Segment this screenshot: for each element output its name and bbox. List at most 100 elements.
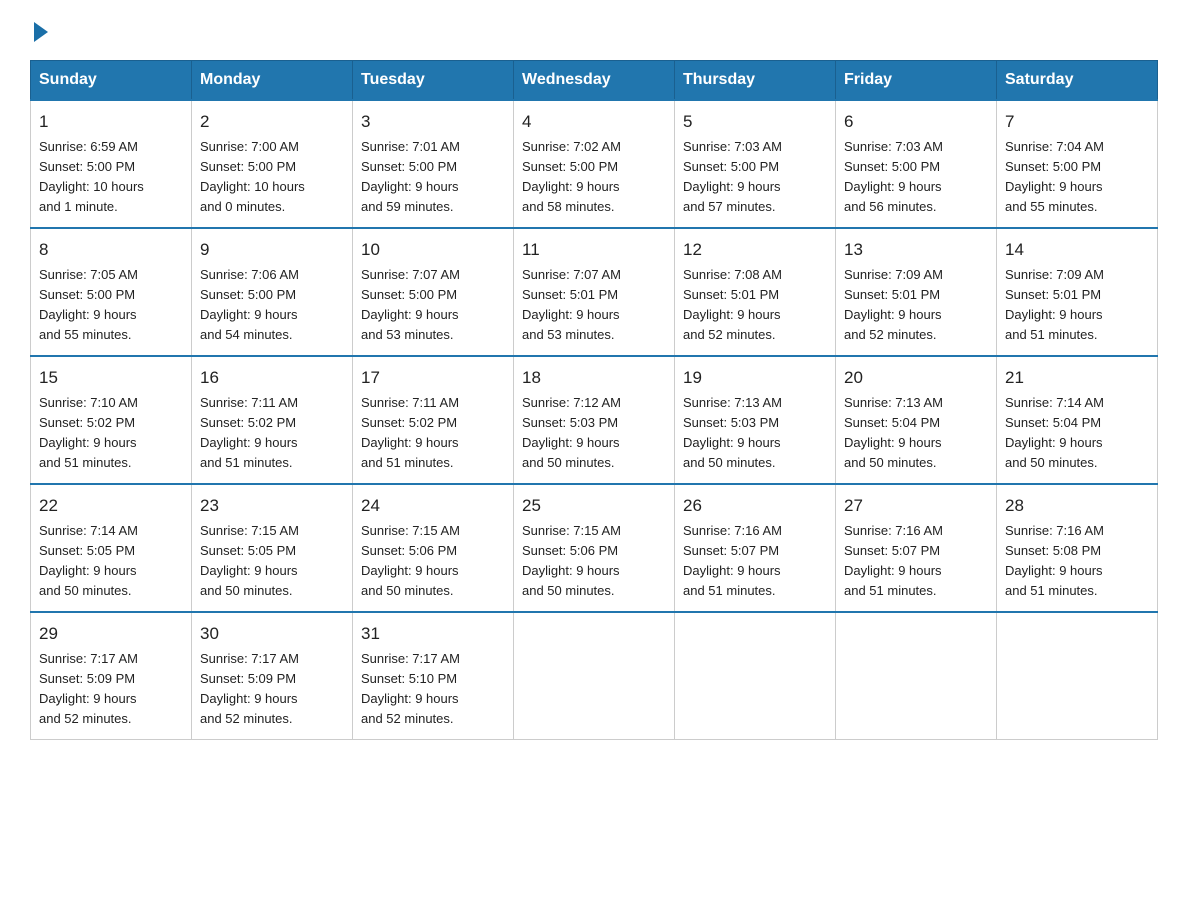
day-info: Sunrise: 7:09 AMSunset: 5:01 PMDaylight:… (844, 265, 988, 346)
header-cell-wednesday: Wednesday (514, 61, 675, 101)
day-cell: 22Sunrise: 7:14 AMSunset: 5:05 PMDayligh… (31, 484, 192, 612)
day-number: 11 (522, 237, 666, 263)
day-cell: 5Sunrise: 7:03 AMSunset: 5:00 PMDaylight… (675, 100, 836, 228)
header-cell-sunday: Sunday (31, 61, 192, 101)
day-cell: 10Sunrise: 7:07 AMSunset: 5:00 PMDayligh… (353, 228, 514, 356)
day-cell: 7Sunrise: 7:04 AMSunset: 5:00 PMDaylight… (997, 100, 1158, 228)
day-info: Sunrise: 7:16 AMSunset: 5:07 PMDaylight:… (844, 521, 988, 602)
day-info: Sunrise: 7:15 AMSunset: 5:06 PMDaylight:… (522, 521, 666, 602)
day-info: Sunrise: 7:16 AMSunset: 5:08 PMDaylight:… (1005, 521, 1149, 602)
day-cell: 11Sunrise: 7:07 AMSunset: 5:01 PMDayligh… (514, 228, 675, 356)
day-cell: 1Sunrise: 6:59 AMSunset: 5:00 PMDaylight… (31, 100, 192, 228)
day-info: Sunrise: 7:15 AMSunset: 5:05 PMDaylight:… (200, 521, 344, 602)
day-cell: 31Sunrise: 7:17 AMSunset: 5:10 PMDayligh… (353, 612, 514, 740)
day-number: 4 (522, 109, 666, 135)
day-number: 14 (1005, 237, 1149, 263)
day-cell: 21Sunrise: 7:14 AMSunset: 5:04 PMDayligh… (997, 356, 1158, 484)
day-number: 6 (844, 109, 988, 135)
day-cell: 18Sunrise: 7:12 AMSunset: 5:03 PMDayligh… (514, 356, 675, 484)
day-info: Sunrise: 7:13 AMSunset: 5:04 PMDaylight:… (844, 393, 988, 474)
header-cell-thursday: Thursday (675, 61, 836, 101)
header-cell-tuesday: Tuesday (353, 61, 514, 101)
day-info: Sunrise: 7:07 AMSunset: 5:01 PMDaylight:… (522, 265, 666, 346)
logo-arrow-icon (34, 22, 48, 42)
day-number: 7 (1005, 109, 1149, 135)
day-cell: 3Sunrise: 7:01 AMSunset: 5:00 PMDaylight… (353, 100, 514, 228)
day-cell (836, 612, 997, 740)
header-cell-friday: Friday (836, 61, 997, 101)
day-info: Sunrise: 7:15 AMSunset: 5:06 PMDaylight:… (361, 521, 505, 602)
day-cell: 2Sunrise: 7:00 AMSunset: 5:00 PMDaylight… (192, 100, 353, 228)
day-cell: 4Sunrise: 7:02 AMSunset: 5:00 PMDaylight… (514, 100, 675, 228)
header-row: SundayMondayTuesdayWednesdayThursdayFrid… (31, 61, 1158, 101)
day-info: Sunrise: 7:02 AMSunset: 5:00 PMDaylight:… (522, 137, 666, 218)
day-info: Sunrise: 7:03 AMSunset: 5:00 PMDaylight:… (844, 137, 988, 218)
day-info: Sunrise: 7:06 AMSunset: 5:00 PMDaylight:… (200, 265, 344, 346)
header-cell-saturday: Saturday (997, 61, 1158, 101)
day-number: 10 (361, 237, 505, 263)
week-row-1: 1Sunrise: 6:59 AMSunset: 5:00 PMDaylight… (31, 100, 1158, 228)
day-number: 29 (39, 621, 183, 647)
day-info: Sunrise: 7:00 AMSunset: 5:00 PMDaylight:… (200, 137, 344, 218)
day-number: 22 (39, 493, 183, 519)
day-info: Sunrise: 7:07 AMSunset: 5:00 PMDaylight:… (361, 265, 505, 346)
day-info: Sunrise: 7:11 AMSunset: 5:02 PMDaylight:… (200, 393, 344, 474)
day-number: 13 (844, 237, 988, 263)
day-cell: 8Sunrise: 7:05 AMSunset: 5:00 PMDaylight… (31, 228, 192, 356)
day-number: 17 (361, 365, 505, 391)
logo (30, 20, 48, 42)
day-number: 9 (200, 237, 344, 263)
day-cell: 26Sunrise: 7:16 AMSunset: 5:07 PMDayligh… (675, 484, 836, 612)
day-cell: 30Sunrise: 7:17 AMSunset: 5:09 PMDayligh… (192, 612, 353, 740)
day-number: 15 (39, 365, 183, 391)
day-cell: 23Sunrise: 7:15 AMSunset: 5:05 PMDayligh… (192, 484, 353, 612)
day-cell: 13Sunrise: 7:09 AMSunset: 5:01 PMDayligh… (836, 228, 997, 356)
day-info: Sunrise: 7:03 AMSunset: 5:00 PMDaylight:… (683, 137, 827, 218)
page-header (30, 20, 1158, 42)
day-number: 2 (200, 109, 344, 135)
day-cell: 20Sunrise: 7:13 AMSunset: 5:04 PMDayligh… (836, 356, 997, 484)
day-info: Sunrise: 7:16 AMSunset: 5:07 PMDaylight:… (683, 521, 827, 602)
day-info: Sunrise: 7:17 AMSunset: 5:10 PMDaylight:… (361, 649, 505, 730)
day-info: Sunrise: 7:17 AMSunset: 5:09 PMDaylight:… (39, 649, 183, 730)
day-cell: 14Sunrise: 7:09 AMSunset: 5:01 PMDayligh… (997, 228, 1158, 356)
day-info: Sunrise: 7:10 AMSunset: 5:02 PMDaylight:… (39, 393, 183, 474)
day-info: Sunrise: 7:05 AMSunset: 5:00 PMDaylight:… (39, 265, 183, 346)
day-info: Sunrise: 7:12 AMSunset: 5:03 PMDaylight:… (522, 393, 666, 474)
day-number: 5 (683, 109, 827, 135)
day-number: 16 (200, 365, 344, 391)
calendar-header: SundayMondayTuesdayWednesdayThursdayFrid… (31, 61, 1158, 101)
day-number: 25 (522, 493, 666, 519)
day-number: 27 (844, 493, 988, 519)
day-info: Sunrise: 7:11 AMSunset: 5:02 PMDaylight:… (361, 393, 505, 474)
day-cell (997, 612, 1158, 740)
day-info: Sunrise: 7:01 AMSunset: 5:00 PMDaylight:… (361, 137, 505, 218)
day-number: 1 (39, 109, 183, 135)
day-cell: 19Sunrise: 7:13 AMSunset: 5:03 PMDayligh… (675, 356, 836, 484)
day-number: 30 (200, 621, 344, 647)
day-cell (514, 612, 675, 740)
week-row-5: 29Sunrise: 7:17 AMSunset: 5:09 PMDayligh… (31, 612, 1158, 740)
day-number: 28 (1005, 493, 1149, 519)
calendar-body: 1Sunrise: 6:59 AMSunset: 5:00 PMDaylight… (31, 100, 1158, 740)
day-cell: 9Sunrise: 7:06 AMSunset: 5:00 PMDaylight… (192, 228, 353, 356)
day-info: Sunrise: 7:09 AMSunset: 5:01 PMDaylight:… (1005, 265, 1149, 346)
day-cell: 29Sunrise: 7:17 AMSunset: 5:09 PMDayligh… (31, 612, 192, 740)
day-number: 18 (522, 365, 666, 391)
week-row-3: 15Sunrise: 7:10 AMSunset: 5:02 PMDayligh… (31, 356, 1158, 484)
day-number: 24 (361, 493, 505, 519)
day-info: Sunrise: 7:17 AMSunset: 5:09 PMDaylight:… (200, 649, 344, 730)
day-cell: 16Sunrise: 7:11 AMSunset: 5:02 PMDayligh… (192, 356, 353, 484)
day-info: Sunrise: 6:59 AMSunset: 5:00 PMDaylight:… (39, 137, 183, 218)
day-number: 12 (683, 237, 827, 263)
header-cell-monday: Monday (192, 61, 353, 101)
day-info: Sunrise: 7:14 AMSunset: 5:05 PMDaylight:… (39, 521, 183, 602)
day-info: Sunrise: 7:08 AMSunset: 5:01 PMDaylight:… (683, 265, 827, 346)
day-cell: 27Sunrise: 7:16 AMSunset: 5:07 PMDayligh… (836, 484, 997, 612)
week-row-4: 22Sunrise: 7:14 AMSunset: 5:05 PMDayligh… (31, 484, 1158, 612)
day-info: Sunrise: 7:14 AMSunset: 5:04 PMDaylight:… (1005, 393, 1149, 474)
day-number: 23 (200, 493, 344, 519)
week-row-2: 8Sunrise: 7:05 AMSunset: 5:00 PMDaylight… (31, 228, 1158, 356)
day-number: 26 (683, 493, 827, 519)
day-cell (675, 612, 836, 740)
